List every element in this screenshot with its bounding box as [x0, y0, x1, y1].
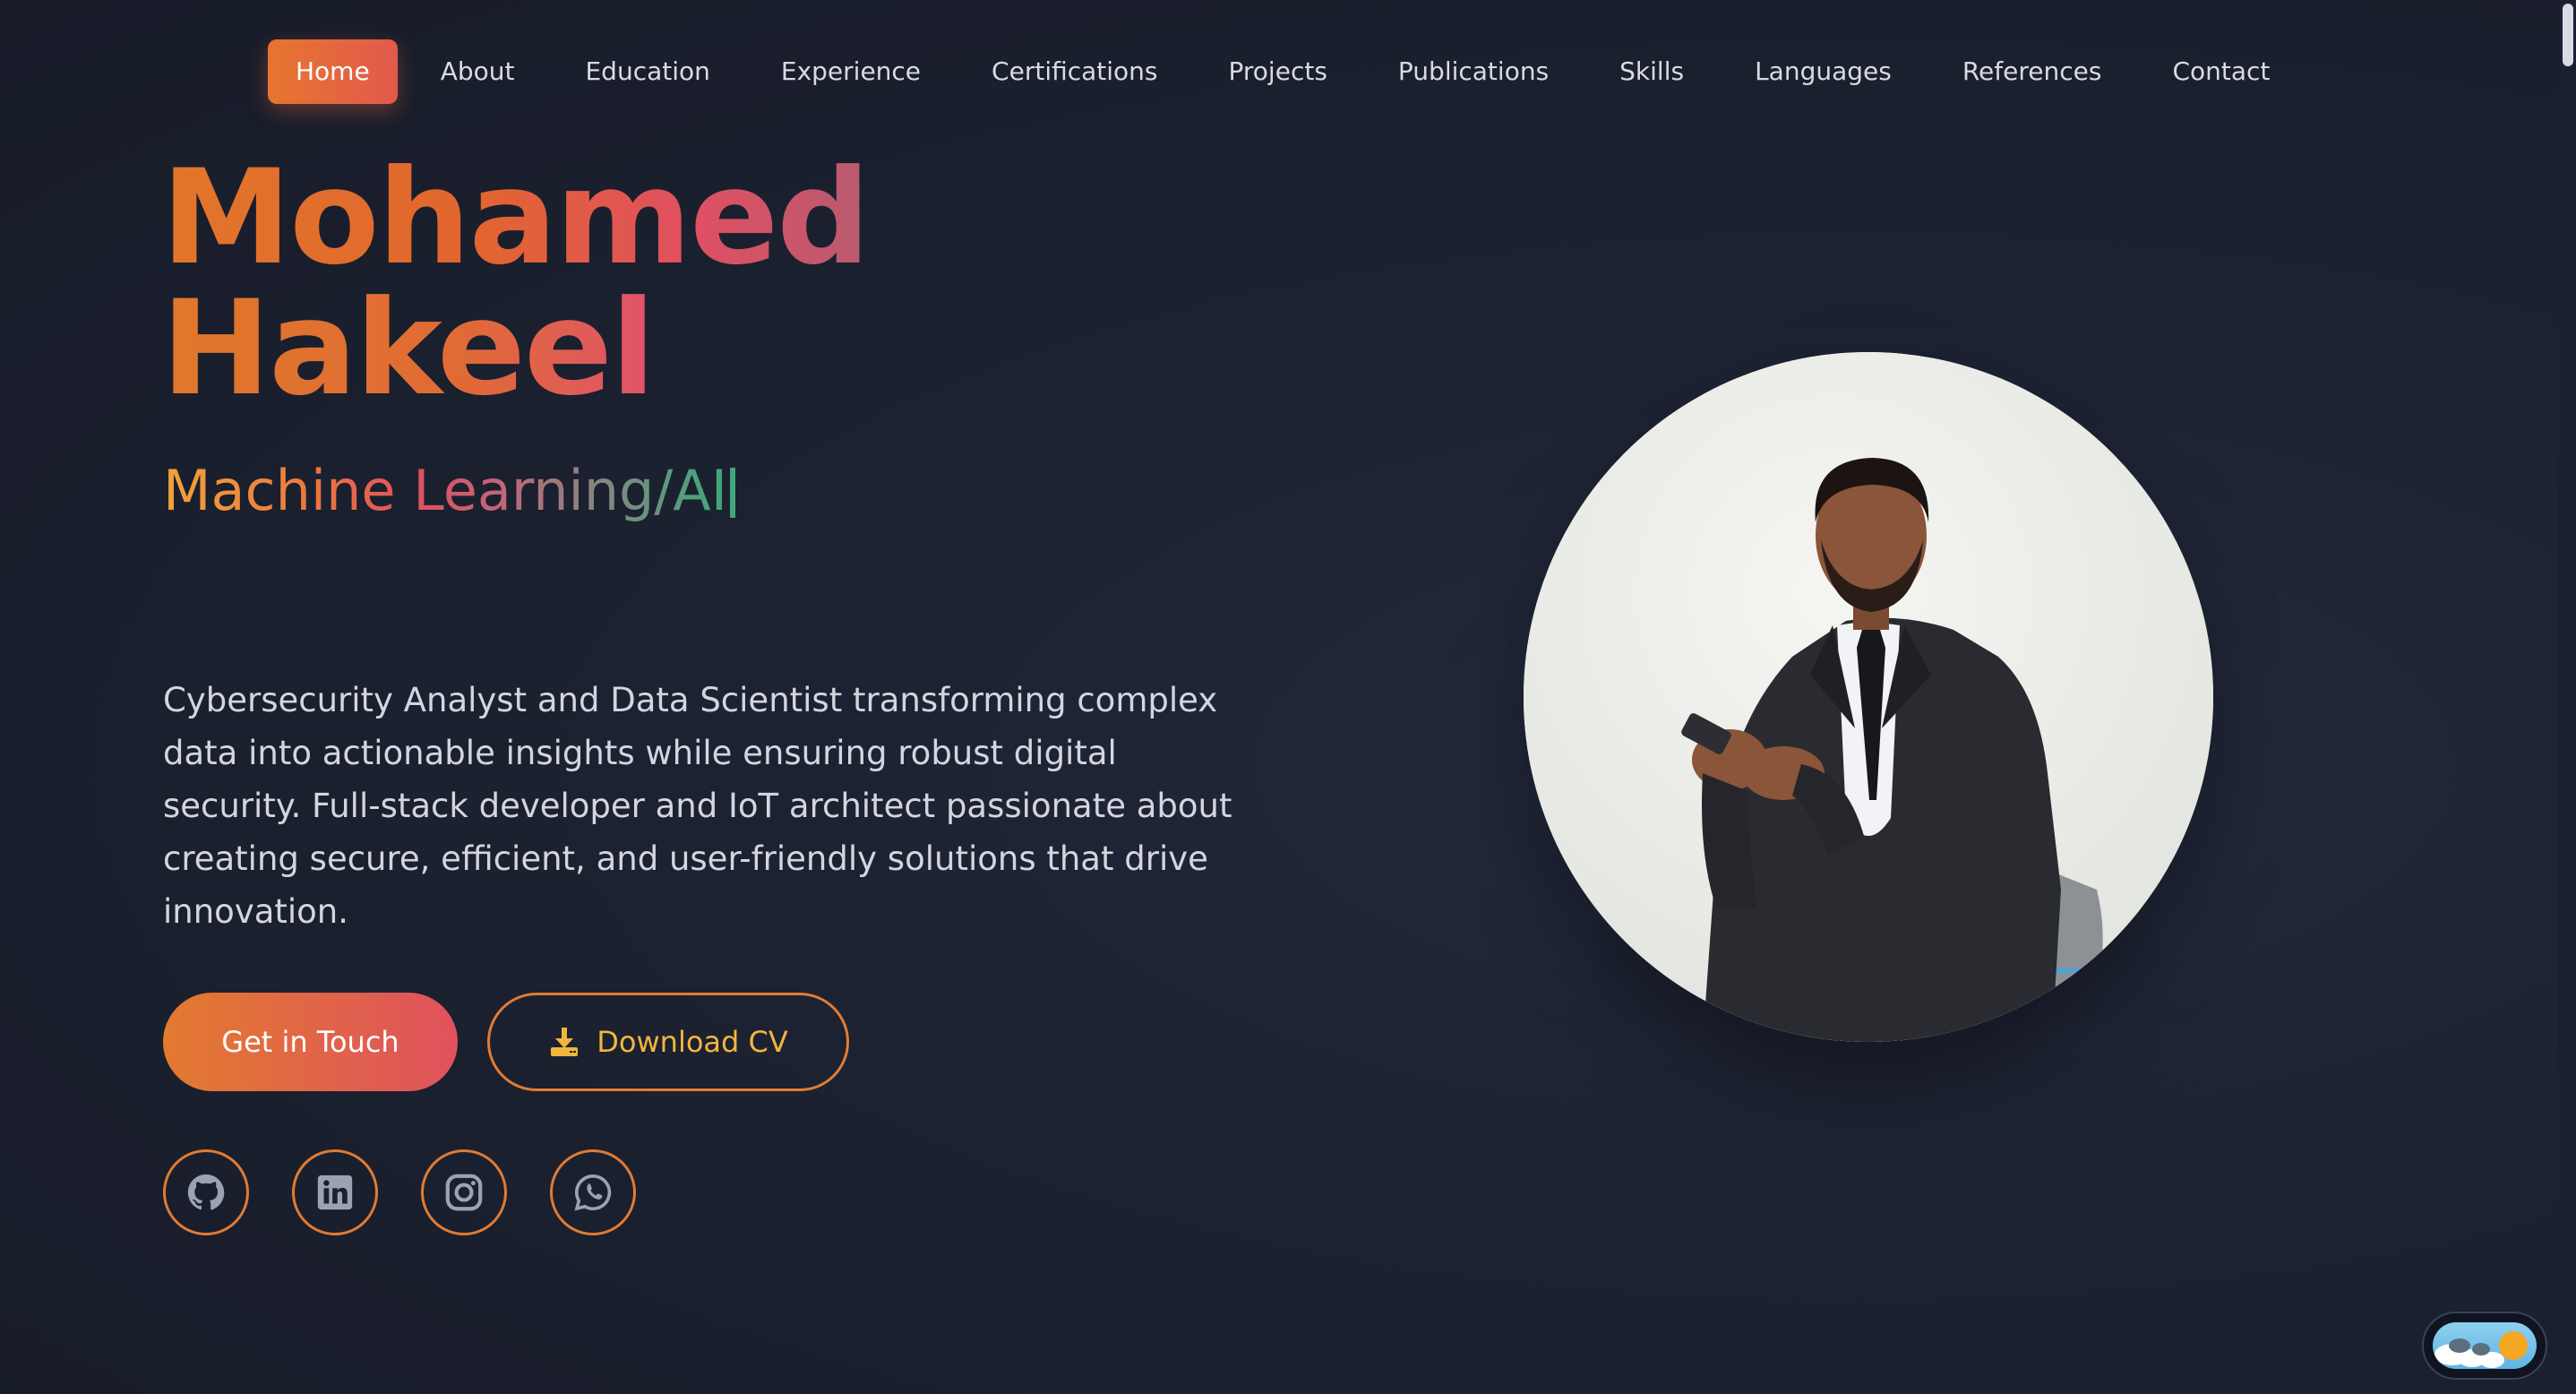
nav-item-home[interactable]: Home — [268, 39, 398, 104]
whatsapp-link[interactable] — [550, 1149, 636, 1235]
nav-item-projects[interactable]: Projects — [1201, 39, 1355, 104]
hero-description: Cybersecurity Analyst and Data Scientist… — [163, 681, 1232, 931]
whatsapp-icon — [574, 1174, 612, 1211]
theme-toggle-track — [2433, 1322, 2537, 1369]
nav-item-references[interactable]: References — [1935, 39, 2130, 104]
instagram-link[interactable] — [421, 1149, 507, 1235]
nav-item-publications[interactable]: Publications — [1370, 39, 1576, 104]
scrollbar-thumb[interactable] — [2563, 4, 2573, 66]
download-cv-label: Download CV — [597, 1025, 788, 1059]
instagram-icon — [445, 1174, 483, 1211]
nav-item-certifications[interactable]: Certifications — [964, 39, 1185, 104]
hero-last-name: Hakeel — [161, 272, 656, 425]
profile-illustration — [1524, 352, 2213, 1042]
main-nav: Home About Education Experience Certific… — [268, 39, 2297, 104]
typing-cursor — [730, 468, 735, 518]
hero-first-name: Mohamed — [161, 142, 871, 294]
linkedin-link[interactable] — [292, 1149, 378, 1235]
github-link[interactable] — [163, 1149, 249, 1235]
page-scrollbar[interactable] — [2558, 0, 2576, 1394]
get-in-touch-button[interactable]: Get in Touch — [163, 993, 458, 1091]
github-icon — [187, 1174, 225, 1210]
nav-item-experience[interactable]: Experience — [753, 39, 949, 104]
nav-item-contact[interactable]: Contact — [2144, 39, 2297, 104]
download-icon — [548, 1026, 580, 1058]
hero-role-typewriter: Machine Learning/AI — [163, 458, 727, 523]
nav-item-about[interactable]: About — [413, 39, 543, 104]
profile-photo — [1524, 352, 2213, 1042]
download-cv-button[interactable]: Download CV — [487, 993, 849, 1091]
nav-item-skills[interactable]: Skills — [1592, 39, 1712, 104]
nav-item-education[interactable]: Education — [557, 39, 737, 104]
nav-item-languages[interactable]: Languages — [1727, 39, 1919, 104]
hero-name: Mohamed Hakeel — [161, 142, 871, 425]
social-links — [163, 1149, 636, 1235]
sun-cloud-icon — [2434, 1331, 2528, 1368]
theme-toggle[interactable] — [2422, 1312, 2547, 1380]
linkedin-icon — [317, 1175, 353, 1210]
